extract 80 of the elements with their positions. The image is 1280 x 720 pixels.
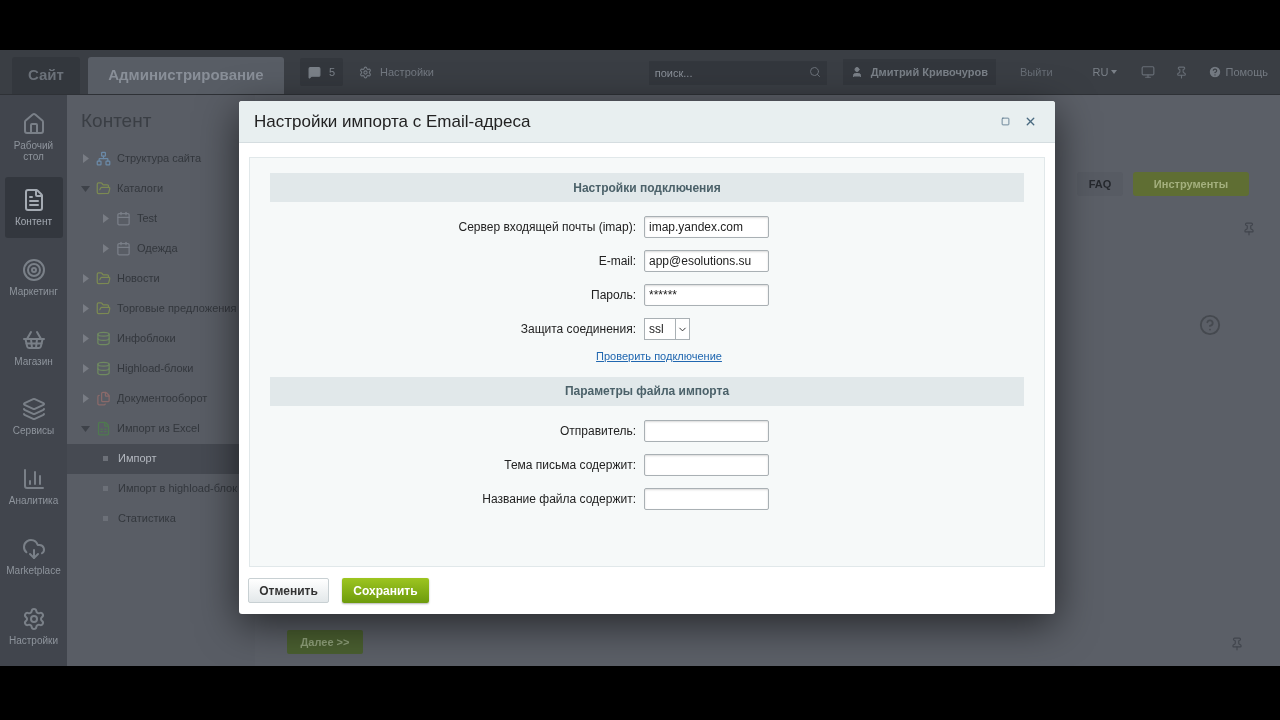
help-icon[interactable] [1199,314,1221,336]
language-menu[interactable]: RU [1092,63,1117,81]
calendar-icon [116,211,131,226]
notifications-button[interactable]: 5 [299,58,344,86]
password-field[interactable]: ****** [644,284,769,306]
top-tab[interactable]: Сайт [12,57,80,94]
pin-icon[interactable] [1230,637,1244,651]
home-icon [21,112,46,137]
search-icon [808,66,821,78]
field-label: Сервер входящей почты (imap): [457,219,637,236]
check-connection-link[interactable]: Проверить подключение [596,348,722,365]
select-field[interactable]: ssl [644,318,690,340]
maximize-icon[interactable] [1001,117,1010,126]
nav-item[interactable]: Настройки [4,596,63,657]
expanded-arrow-icon[interactable] [81,424,90,433]
collapsed-arrow-icon[interactable] [81,364,90,373]
nav-item[interactable]: Магазин [4,316,63,378]
cloud-download-icon [21,537,46,562]
collapsed-arrow-icon[interactable] [81,274,90,283]
close-icon[interactable] [1024,115,1037,128]
spreadsheet-icon [96,421,111,436]
database-icon [96,331,111,346]
user-button[interactable]: Дмитрий Кривочуров [842,59,997,85]
search-field[interactable]: поиск... [648,61,827,85]
user-icon [850,66,863,78]
database-icon [96,361,111,376]
section-header: Настройки подключения [270,173,1024,202]
field-label: Отправитель: [559,422,637,440]
pin-icon[interactable] [1242,222,1256,236]
nav-item[interactable]: Аналитика [4,456,63,518]
expanded-arrow-icon[interactable] [81,184,90,193]
text-field[interactable] [644,453,769,476]
tree-item-label: Импорт [118,451,157,467]
chat-icon [307,65,321,79]
collapsed-arrow-icon[interactable] [81,304,90,313]
text-field[interactable]: app@esolutions.su [644,250,769,272]
collapsed-arrow-icon[interactable] [101,244,110,253]
collapsed-arrow-icon[interactable] [81,154,90,163]
nav-item[interactable]: Маркетинг [4,246,63,308]
tree-item[interactable]: Импорт [67,443,239,474]
caret-icon [1110,70,1117,74]
field-label: Название файла содержит: [481,490,637,508]
folder-icon [96,271,111,286]
nav-item[interactable]: Marketplace [4,526,63,588]
nav-item[interactable]: Контент [4,176,63,238]
structure-icon [96,151,111,166]
screen-icon[interactable] [1140,65,1155,79]
bullet-icon [103,456,108,461]
dialog-title: Настройки импорта с Email-адреса [254,110,532,133]
next-button[interactable]: Далее >> [287,630,363,654]
field-label: E-mail: [597,253,637,270]
folder-icon [96,301,111,316]
section-header: Параметры файла импорта [270,376,1024,406]
collapsed-arrow-icon[interactable] [81,334,90,343]
text-field[interactable]: imap.yandex.com [644,216,769,238]
save-button[interactable]: Сохранить [342,578,429,603]
documents-icon [96,391,111,406]
folder-icon [96,181,111,196]
field-label: Тема письма содержит: [503,456,637,474]
collapsed-arrow-icon[interactable] [101,214,110,223]
settings-link[interactable]: Настройки [359,63,434,81]
layers-icon [21,397,46,422]
tools-button[interactable]: Инструменты [1133,172,1249,196]
pin-icon[interactable] [1174,65,1188,79]
nav-item[interactable]: Рабочий стол [4,107,63,168]
settings-icon [359,65,373,79]
field-label: Защита соединения: [519,321,637,338]
help-icon [1207,65,1222,79]
calendar-icon [116,241,131,256]
nav-item[interactable]: Сервисы [4,386,63,448]
text-field[interactable] [644,487,769,510]
bar-chart-icon [21,467,46,492]
cancel-button[interactable]: Отменить [248,578,329,603]
target-icon [21,257,46,282]
text-field[interactable] [644,419,769,442]
collapsed-arrow-icon[interactable] [81,394,90,403]
field-label: Пароль: [590,287,637,304]
help-link[interactable]: Помощь [1207,63,1268,81]
notification-count: 5 [328,64,336,80]
settings-icon [21,607,46,632]
